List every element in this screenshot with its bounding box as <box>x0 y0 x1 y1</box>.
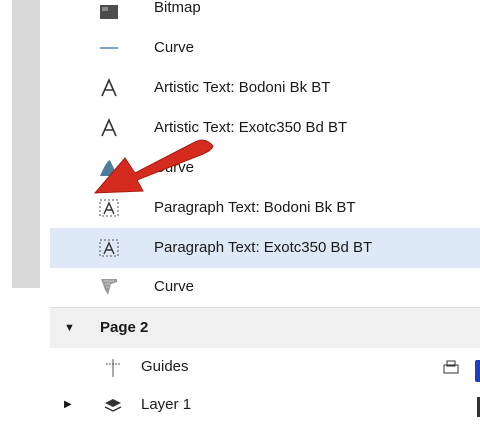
artistic-text-icon <box>101 78 117 97</box>
object-label: Curve <box>154 278 195 295</box>
object-label: Paragraph Text: Exotc350 Bd BT <box>154 239 373 256</box>
object-label: Bitmap <box>154 0 201 16</box>
curve-line-icon <box>100 47 118 49</box>
object-row-paragraph-text-selected[interactable]: Paragraph Text: Exotc350 Bd BT <box>50 228 480 268</box>
object-row-curve-texture[interactable]: Curve <box>50 267 480 307</box>
guides-icon <box>106 359 120 377</box>
page-header[interactable]: ▼ Page 2 <box>50 307 480 348</box>
page-title: Page 2 <box>100 319 149 336</box>
annotation-arrow-icon <box>93 139 214 194</box>
layer-label: Layer 1 <box>141 396 192 413</box>
object-row-bitmap[interactable]: Bitmap <box>50 0 480 28</box>
layer-color-swatch[interactable] <box>475 360 480 382</box>
layer-row[interactable]: ▶ Layer 1 <box>50 385 480 425</box>
expand-triangle-icon[interactable]: ▶ <box>64 385 72 425</box>
paragraph-text-icon <box>99 239 119 257</box>
curve-texture-icon <box>101 279 117 295</box>
guides-row[interactable]: Guides <box>50 347 480 387</box>
print-toggle-icon[interactable] <box>442 359 460 375</box>
bitmap-icon <box>100 5 118 19</box>
object-label: Curve <box>154 39 195 56</box>
layers-icon <box>104 399 122 412</box>
scrollbar-track[interactable] <box>12 0 40 288</box>
object-row-artistic-text[interactable]: Artistic Text: Bodoni Bk BT <box>50 68 480 108</box>
object-row-curve[interactable]: Curve <box>50 28 480 68</box>
guides-label: Guides <box>141 358 189 375</box>
object-label: Artistic Text: Bodoni Bk BT <box>154 79 331 96</box>
collapse-triangle-icon[interactable]: ▼ <box>64 308 75 348</box>
